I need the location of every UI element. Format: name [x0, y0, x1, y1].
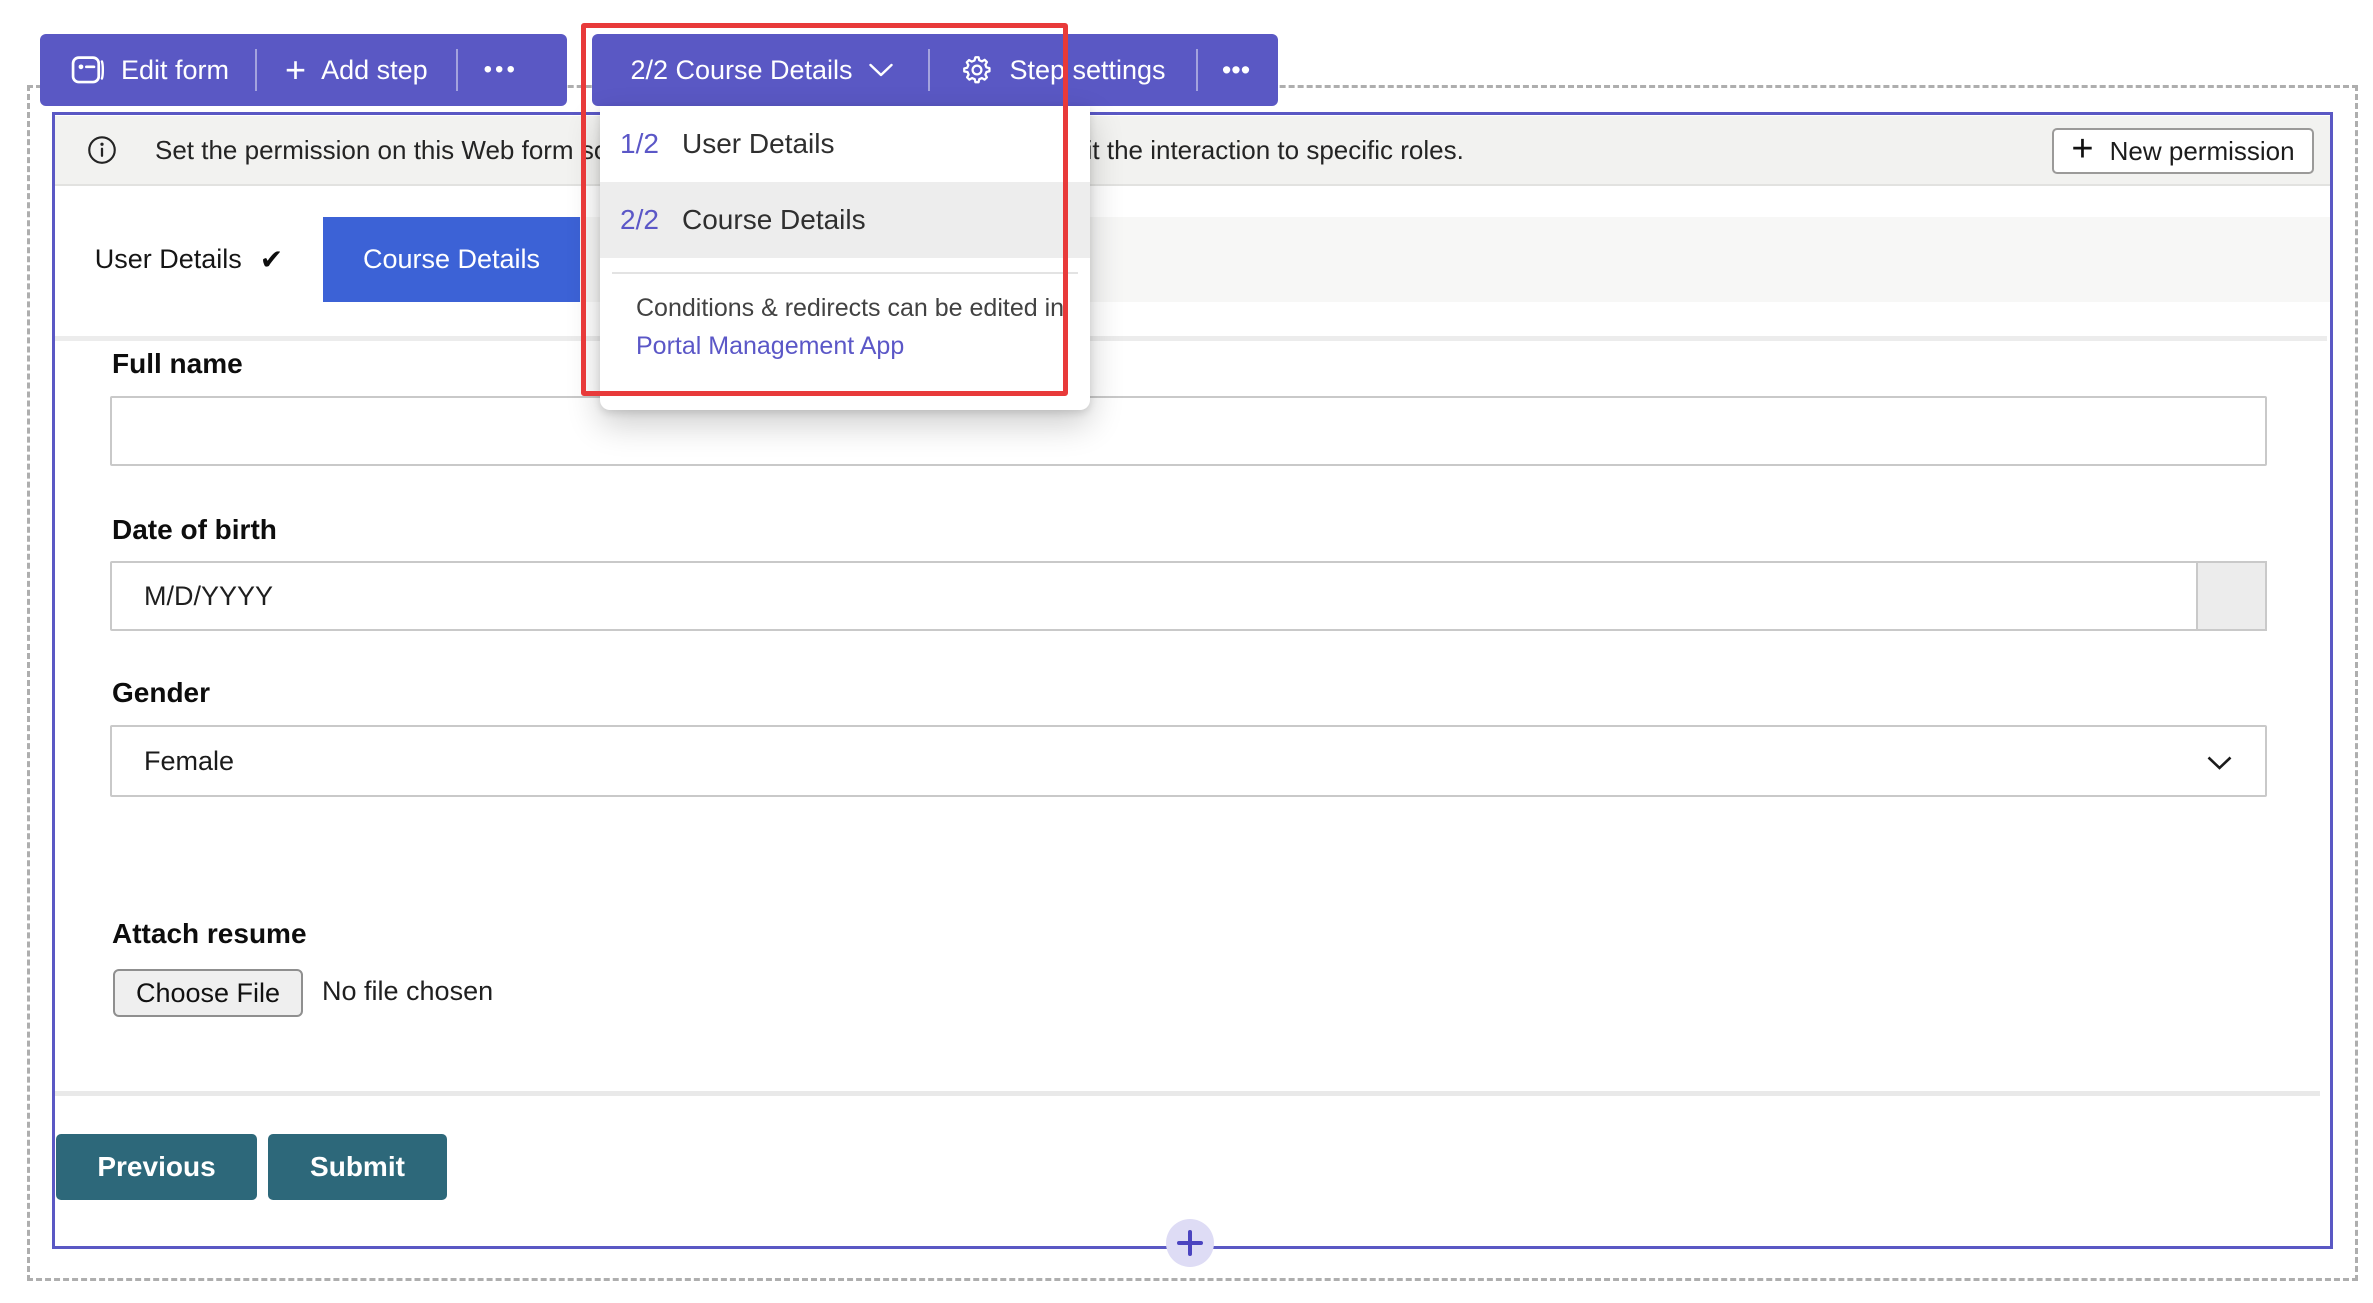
add-step-button[interactable]: + Add step	[257, 34, 456, 106]
step-number: 2/2	[620, 204, 659, 235]
step-number: 1/2	[620, 128, 659, 159]
file-status-text: No file chosen	[322, 976, 494, 1006]
choose-file-label: Choose File	[135, 977, 281, 1008]
previous-button[interactable]: Previous	[56, 1134, 257, 1200]
chevron-down-icon	[2206, 755, 2233, 771]
add-section-button[interactable]	[1166, 1219, 1214, 1267]
step-selector-label: 2/2 Course Details	[630, 54, 853, 85]
choose-file-button[interactable]: Choose File	[113, 969, 303, 1017]
gender-select[interactable]: Female	[110, 725, 2267, 797]
step-tabstrip: User Details ✔ Course Details	[55, 217, 2330, 302]
portal-management-app-link[interactable]: Portal Management App	[636, 332, 1090, 361]
info-icon	[85, 133, 119, 167]
new-permission-label: New permission	[2109, 135, 2295, 166]
actions-divider	[55, 1091, 2320, 1096]
tab-course-details-label: Course Details	[362, 244, 541, 274]
step-toolbar: 2/2 Course Details Step settings •••	[592, 34, 1278, 106]
form-toolbar: Edit form + Add step •••	[40, 34, 567, 106]
attach-resume-label: Attach resume	[112, 918, 307, 949]
step-label: User Details	[682, 128, 835, 159]
step-label: Course Details	[682, 204, 866, 235]
gear-icon	[960, 53, 994, 87]
tab-course-details[interactable]: Course Details	[323, 217, 580, 302]
gender-label: Gender	[112, 677, 211, 708]
step-settings-label: Step settings	[1009, 54, 1166, 85]
date-picker-button[interactable]	[2196, 561, 2267, 631]
menu-divider	[612, 272, 1078, 274]
plus-icon: +	[2071, 128, 2094, 170]
gender-value: Female	[144, 745, 235, 776]
chevron-down-icon	[868, 62, 894, 78]
submit-button[interactable]: Submit	[268, 1134, 447, 1200]
step-settings-button[interactable]: Step settings	[930, 34, 1196, 106]
menu-note-text: Conditions & redirects can be edited in	[636, 294, 1065, 322]
menu-item-user-details[interactable]: 1/2 User Details	[600, 106, 1090, 182]
date-of-birth-label: Date of birth	[112, 514, 277, 545]
checkmark-icon: ✔	[259, 244, 284, 275]
new-permission-button[interactable]: + New permission	[2052, 128, 2314, 174]
plus-icon: +	[285, 49, 307, 90]
tab-user-details[interactable]: User Details ✔	[55, 217, 323, 302]
step-dropdown-menu: 1/2 User Details 2/2 Course Details Cond…	[600, 106, 1090, 410]
date-of-birth-input[interactable]	[110, 561, 2198, 631]
plus-icon	[1177, 1230, 1203, 1256]
edit-form-button[interactable]: Edit form	[46, 34, 255, 106]
page: Set the permission on this Web form so i…	[0, 0, 2373, 1303]
step-selector-dropdown[interactable]: 2/2 Course Details	[596, 34, 928, 106]
edit-form-label: Edit form	[121, 54, 230, 85]
permission-banner: Set the permission on this Web form so i…	[55, 116, 2330, 186]
edit-form-icon	[68, 51, 106, 89]
full-name-label: Full name	[112, 348, 243, 379]
more-step-options-button[interactable]: •••	[1198, 34, 1274, 106]
tab-user-details-label: User Details	[94, 244, 242, 274]
more-options-button[interactable]: •••	[458, 34, 544, 106]
full-name-input[interactable]	[110, 396, 2267, 466]
add-step-label: Add step	[321, 54, 428, 85]
tabs-divider	[55, 336, 2327, 341]
menu-item-course-details[interactable]: 2/2 Course Details	[600, 182, 1090, 258]
